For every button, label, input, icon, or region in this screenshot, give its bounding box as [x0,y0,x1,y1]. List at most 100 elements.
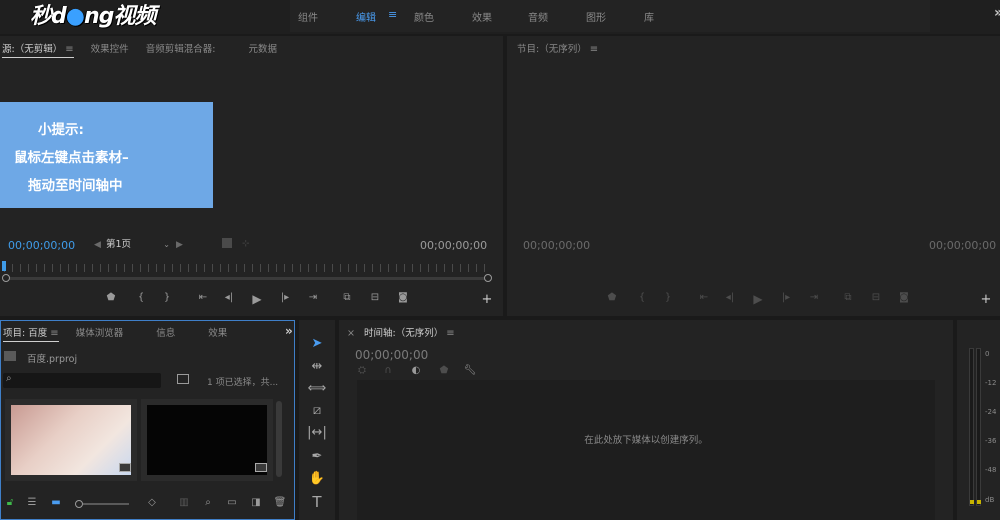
program-mark-out-icon[interactable]: } [661,292,675,303]
timeline-timecode[interactable]: 00;00;00;00 [355,348,428,362]
source-playhead[interactable] [2,261,6,271]
clip-type-badge-icon [119,463,131,472]
project-scrollbar[interactable] [276,401,282,477]
program-step-forward-icon[interactable]: |▸ [779,292,793,303]
timeline-drop-area[interactable]: 在此处放下媒体以创建序列。 [357,380,935,520]
automate-icon[interactable]: ▥ [177,497,191,508]
export-frame-icon[interactable]: ◙ [396,292,410,303]
overwrite-icon[interactable]: ⊟ [368,292,382,303]
extract-icon[interactable]: ⊟ [869,292,883,303]
tab-audio-clip-mixer[interactable]: 音频剪辑混合器: [146,44,216,55]
add-button-icon[interactable]: + [480,292,494,307]
sequence-thumbnail-card[interactable] [141,399,273,481]
zoom-slider-handle[interactable] [75,500,83,508]
workspace-tab-assembly[interactable]: 组件 [298,9,318,24]
source-zoom-handle-left[interactable] [2,274,10,282]
mark-out-icon[interactable]: } [160,292,174,303]
page-select[interactable]: 第1页 ⌄ [106,238,172,252]
timeline-marker-icon[interactable]: ⬟ [437,365,451,376]
workspace-menu-icon[interactable]: ≡ [388,8,397,21]
workspace-more-button[interactable]: » [994,5,1000,21]
nest-icon[interactable]: ⛭ [355,365,369,376]
meter-label-36: -36 [985,437,997,445]
play-icon[interactable]: ▶ [250,292,264,306]
project-panel: 项目: 百度 ≡ 媒体浏览器 信息 效果 » 百度.prproj ⌕ 1 项已选… [0,320,295,520]
sequence-thumbnail-image[interactable] [147,405,267,475]
meter-label-48: -48 [985,466,997,474]
icon-view-icon[interactable]: ▬ [49,497,63,508]
source-monitor-panel: 源:（无剪辑） ≡ 效果控件 音频剪辑混合器: 元数据 小提示: 鼠标左键点击素… [0,36,503,316]
source-timecode-in[interactable]: 00;00;00;00 [8,239,75,252]
source-time-ruler[interactable] [4,264,490,272]
program-mark-in-icon[interactable]: { [635,292,649,303]
next-page-icon[interactable]: ▶ [176,240,183,250]
fit-icon[interactable] [222,238,232,248]
prev-page-icon[interactable]: ◀ [94,240,101,250]
drag-video-icon[interactable]: ⊹ [242,239,250,249]
media-thumbnail-image[interactable] [11,405,131,475]
go-to-in-icon[interactable]: ⇤ [196,292,210,303]
program-add-marker-icon[interactable]: ⬟ [605,292,619,303]
program-step-back-icon[interactable]: ◂| [723,292,737,303]
linked-selection-icon[interactable]: ◐ [409,365,423,376]
timeline-close-icon[interactable]: × [347,328,355,339]
lock-icon[interactable]: 🔓︎ [3,497,17,508]
timeline-toolbar: ⛭ ∩ ◐ ⬟ 🔧︎ [355,365,485,377]
tab-timeline[interactable]: 时间轴:（无序列） ≡ [364,328,455,339]
tab-effects[interactable]: 效果 [208,328,227,339]
trash-icon[interactable]: 🗑︎ [273,497,287,508]
track-select-tool-icon[interactable]: ⇹ [307,358,327,376]
workspace-tab-audio[interactable]: 音频 [528,9,548,24]
program-panel-tabs: 节目:（无序列） ≡ [517,41,598,55]
type-tool-icon[interactable]: T [307,493,327,511]
razor-tool-icon[interactable]: ⧄ [307,402,327,420]
media-thumbnail-card[interactable] [5,399,137,481]
workspace-tab-color[interactable]: 颜色 [414,9,434,24]
workspace-tab-graphics[interactable]: 图形 [586,9,606,24]
add-marker-icon[interactable]: ⬟ [104,292,118,303]
new-item-icon[interactable]: ◨ [249,497,263,508]
hand-tool-icon[interactable]: ✋ [307,470,327,488]
project-more-button[interactable]: » [285,324,293,338]
audio-meter-panel: 0 -12 -24 -36 -48 dB [957,320,1000,520]
tab-project[interactable]: 项目: 百度 ≡ [3,328,59,342]
tab-effect-controls[interactable]: 效果控件 [91,44,129,55]
list-view-icon[interactable]: ☰ [25,497,39,508]
snap-icon[interactable]: ∩ [381,365,395,376]
project-search-input[interactable]: ⌕ [3,373,161,388]
timeline-panel: × 时间轴:（无序列） ≡ 00;00;00;00 ⛭ ∩ ◐ ⬟ 🔧︎ 在此处… [339,320,953,520]
pen-tool-icon[interactable]: ✒ [307,448,327,466]
sort-icon[interactable]: ◇ [145,497,159,508]
program-transport-controls: ⬟ { } ⇤ ◂| ▶ |▸ ⇥ ⧉ ⊟ ◙ + [507,292,1000,307]
zoom-slider-track[interactable] [83,503,129,505]
insert-icon[interactable]: ⧉ [340,292,354,303]
tab-source[interactable]: 源:（无剪辑） ≡ [2,44,74,58]
program-export-frame-icon[interactable]: ◙ [897,292,911,303]
tab-info[interactable]: 信息 [156,328,175,339]
lift-icon[interactable]: ⧉ [841,292,855,303]
workspace-tab-editing[interactable]: 编辑 [356,9,376,24]
selection-tool-icon[interactable]: ➤ [307,335,327,353]
tab-program[interactable]: 节目:（无序列） ≡ [517,44,598,55]
workspace-tab-libraries[interactable]: 库 [644,9,654,24]
new-bin-from-search-icon[interactable] [177,374,189,384]
source-zoom-scrollbar[interactable] [6,277,488,280]
program-go-to-in-icon[interactable]: ⇤ [697,292,711,303]
tab-metadata[interactable]: 元数据 [248,44,277,55]
source-zoom-handle-right[interactable] [484,274,492,282]
workspace-tab-effects[interactable]: 效果 [472,9,492,24]
go-to-out-icon[interactable]: ⇥ [306,292,320,303]
find-icon[interactable]: ⌕ [201,497,215,508]
step-forward-icon[interactable]: |▸ [278,292,292,303]
mark-in-icon[interactable]: { [134,292,148,303]
tab-media-browser[interactable]: 媒体浏览器 [76,328,124,339]
program-go-to-out-icon[interactable]: ⇥ [807,292,821,303]
program-play-icon[interactable]: ▶ [751,292,765,306]
program-timecode-in[interactable]: 00;00;00;00 [523,239,590,252]
wrench-icon[interactable]: 🔧︎ [463,365,477,376]
slip-tool-icon[interactable]: |↔| [307,424,327,442]
new-bin-icon[interactable]: ▭ [225,497,239,508]
ripple-edit-tool-icon[interactable]: ⟺ [307,380,327,398]
program-add-button-icon[interactable]: + [979,292,993,307]
step-back-icon[interactable]: ◂| [222,292,236,303]
